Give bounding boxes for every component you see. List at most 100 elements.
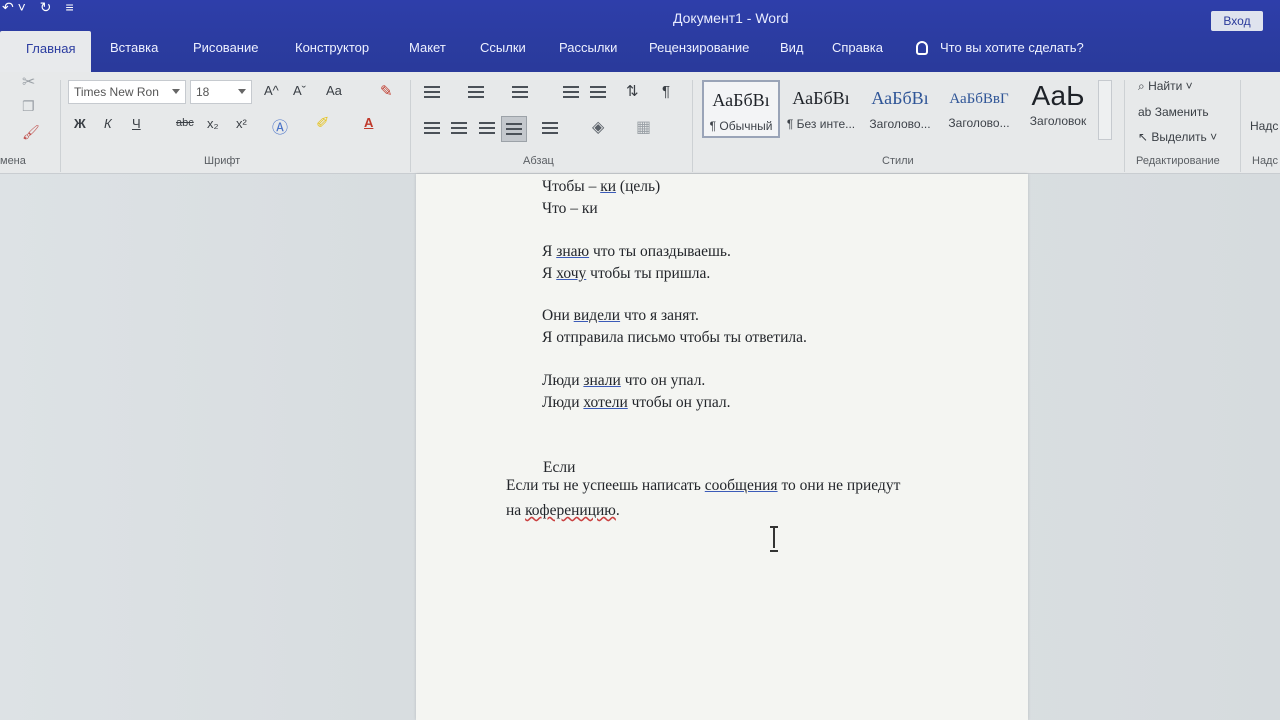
style-sample: АаБбВı xyxy=(792,88,850,108)
italic-button[interactable]: К xyxy=(104,116,112,131)
styles-group-label: Стили xyxy=(882,155,914,167)
style-name: ¶ Без инте... xyxy=(786,117,856,131)
undo-icon[interactable]: ↶ ˅ xyxy=(2,0,26,16)
strikethrough-button[interactable]: abc xyxy=(176,117,194,129)
document-line[interactable]: Если ты не успеешь написать сообщения то… xyxy=(506,477,900,495)
numbering-icon[interactable] xyxy=(468,86,484,100)
style-no-spacing[interactable]: АаБбВı ¶ Без инте... xyxy=(782,80,860,138)
font-name-combo[interactable]: Times New Ron xyxy=(68,80,186,104)
multilevel-list-icon[interactable] xyxy=(512,86,528,100)
tab-mailings[interactable]: Рассылки xyxy=(559,40,617,55)
document-line[interactable]: на коференицию. xyxy=(506,502,620,520)
grammar-flag-word: знаю xyxy=(556,243,590,260)
align-center-icon[interactable] xyxy=(451,122,467,136)
decrease-indent-icon[interactable] xyxy=(563,86,579,100)
line-spacing-icon[interactable] xyxy=(542,122,558,136)
replace-icon: ab xyxy=(1138,105,1152,119)
replace-button[interactable]: ab Заменить xyxy=(1138,105,1209,119)
tab-design[interactable]: Конструктор xyxy=(295,40,369,55)
line-text: Я xyxy=(542,243,557,260)
cut-icon[interactable]: ✂ xyxy=(22,72,35,92)
document-line[interactable]: Они видели что я занят. xyxy=(542,307,699,325)
increase-indent-icon[interactable] xyxy=(590,86,606,100)
tab-draw[interactable]: Рисование xyxy=(193,40,258,55)
window-title: Документ1 - Word xyxy=(673,10,789,26)
tell-me-search[interactable]: Что вы хотите сделать? xyxy=(916,40,1084,55)
tab-insert[interactable]: Вставка xyxy=(110,40,158,55)
align-left-icon[interactable] xyxy=(424,122,440,136)
pilcrow-icon[interactable]: ¶ xyxy=(662,83,670,100)
copy-icon[interactable]: ❐ xyxy=(22,98,35,115)
sort-icon[interactable]: ⇅ xyxy=(626,82,639,100)
customize-toolbar-icon[interactable]: ≡ xyxy=(66,0,74,16)
clear-format-icon[interactable]: ✎ xyxy=(380,82,393,100)
line-text: чтобы он упал. xyxy=(627,394,731,411)
line-text: Если xyxy=(543,459,576,476)
style-name: Заголово... xyxy=(948,116,1010,130)
addin-group-label: Надс xyxy=(1252,155,1278,167)
justify-icon xyxy=(506,123,522,137)
spelling-error-word: коференицию xyxy=(525,502,616,519)
style-heading-2[interactable]: АаБбВвГ Заголово... xyxy=(940,80,1018,138)
bold-button[interactable]: Ж xyxy=(74,116,86,131)
font-color-button[interactable]: A xyxy=(364,115,373,130)
line-text: чтобы ты пришла. xyxy=(586,265,711,282)
superscript-button[interactable]: x² xyxy=(236,116,247,131)
tab-review[interactable]: Рецензирование xyxy=(649,40,749,55)
justify-button[interactable] xyxy=(501,116,527,142)
document-line[interactable]: Я знаю что ты опаздываешь. xyxy=(542,243,731,261)
shrink-font-button[interactable]: Aˇ xyxy=(293,83,306,98)
tab-home[interactable]: Главная xyxy=(0,31,92,72)
line-text: Если ты не успеешь написать xyxy=(506,477,705,494)
shading-icon[interactable]: ◈ xyxy=(592,117,604,137)
underline-button[interactable]: Ч xyxy=(132,116,141,131)
format-painter-icon[interactable]: 🖌 xyxy=(22,124,40,141)
sign-in-button[interactable]: Вход xyxy=(1211,11,1263,31)
change-case-button[interactable]: Aa xyxy=(326,83,342,98)
bullets-icon[interactable] xyxy=(424,86,440,100)
document-page[interactable]: Чтобы – ки (цель) Что – ки Я знаю что ты о… xyxy=(416,174,1028,720)
document-line[interactable]: Если xyxy=(543,459,575,477)
tab-references[interactable]: Ссылки xyxy=(480,40,526,55)
select-button[interactable]: ↖ Выделить ˅ xyxy=(1138,130,1217,144)
redo-icon[interactable]: ↻ xyxy=(40,0,52,16)
styles-scrollbar[interactable] xyxy=(1098,80,1112,140)
tab-help[interactable]: Справка xyxy=(832,40,883,55)
style-title[interactable]: АаЬ Заголовок xyxy=(1019,80,1097,138)
clipboard-group-label: мена xyxy=(0,155,26,167)
font-size-combo[interactable]: 18 xyxy=(190,80,252,104)
find-button[interactable]: ⌕ Найти ˅ xyxy=(1138,79,1193,94)
font-name-value: Times New Ron xyxy=(74,85,159,99)
style-heading-1[interactable]: АаБбВı Заголово... xyxy=(861,80,939,138)
line-text: Люди xyxy=(542,372,584,389)
grammar-flag-word: хочу xyxy=(556,265,587,282)
text-effects-icon[interactable]: Ⓐ xyxy=(272,114,288,138)
subscript-button[interactable]: x₂ xyxy=(207,116,219,131)
line-text: Что – ки xyxy=(542,200,598,217)
grow-font-button[interactable]: A^ xyxy=(264,83,279,98)
document-line[interactable]: Чтобы – ки (цель) xyxy=(542,178,660,196)
document-line[interactable]: Я хочу чтобы ты пришла. xyxy=(542,265,710,283)
line-text: Я xyxy=(542,265,557,282)
divider xyxy=(1124,80,1125,172)
tab-view[interactable]: Вид xyxy=(780,40,804,55)
search-icon: ⌕ xyxy=(1138,79,1145,93)
line-text: Люди xyxy=(542,394,584,411)
select-label: Выделить xyxy=(1151,130,1207,144)
divider xyxy=(692,80,693,172)
document-line[interactable]: Я отправила письмо чтобы ты ответила. xyxy=(542,329,807,347)
style-name: Заголовок xyxy=(1029,114,1087,128)
document-line[interactable]: Люди хотели чтобы он упал. xyxy=(542,394,731,412)
document-line[interactable]: Что – ки xyxy=(542,200,598,218)
tab-layout[interactable]: Макет xyxy=(409,40,446,55)
line-text: то они не приедут xyxy=(777,477,901,494)
document-line[interactable]: Люди знали что он упал. xyxy=(542,372,705,390)
addin-button[interactable]: Надс xyxy=(1250,119,1278,133)
highlight-icon[interactable]: ✐ xyxy=(316,113,329,133)
borders-icon[interactable]: ▦ xyxy=(636,117,651,137)
grammar-flag-word: ки xyxy=(600,178,617,195)
align-right-icon[interactable] xyxy=(479,122,495,136)
style-name: ¶ Обычный xyxy=(709,119,773,133)
style-normal[interactable]: АаБбВı ¶ Обычный xyxy=(702,80,780,138)
style-sample: АаБбВı xyxy=(712,90,770,110)
